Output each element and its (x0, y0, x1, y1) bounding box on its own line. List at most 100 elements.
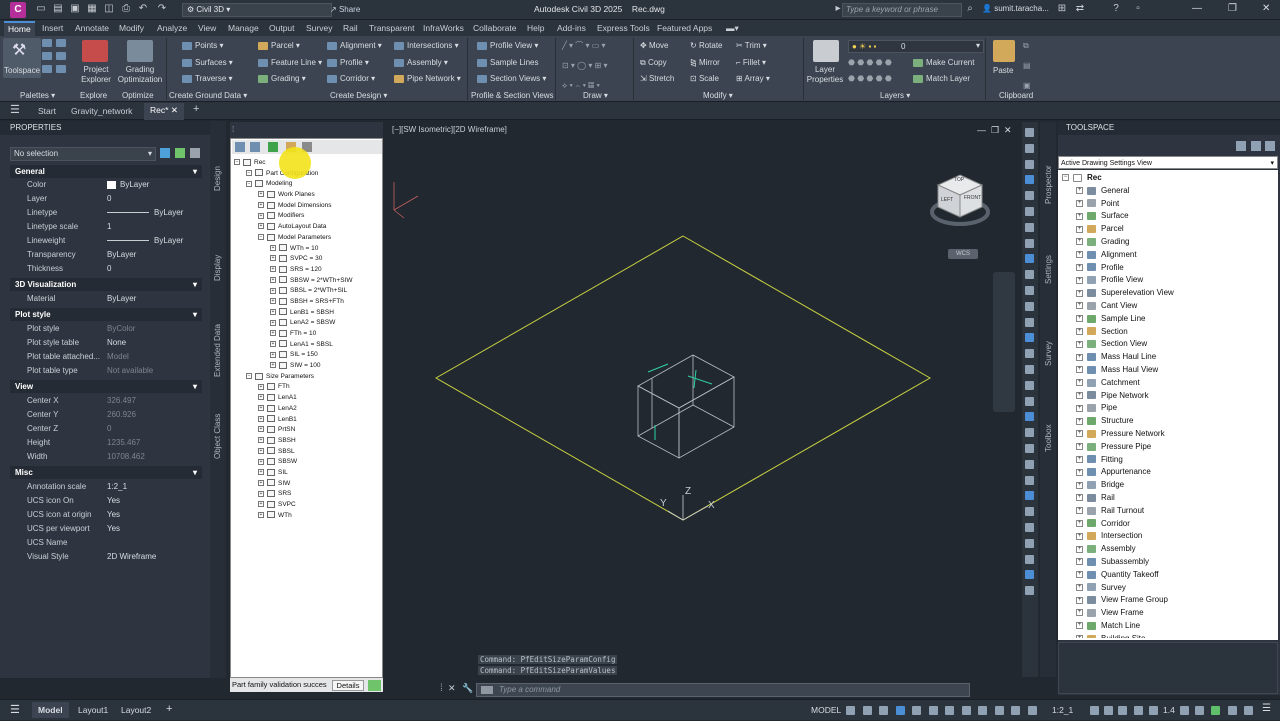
prop-row[interactable]: UCS Name (10, 536, 202, 550)
side-tab-settings[interactable]: Settings (1044, 255, 1053, 284)
fillet-button[interactable]: ⌐ Fillet ▾ (736, 58, 766, 68)
tab-survey[interactable]: Survey (306, 23, 332, 33)
expand-box-icon[interactable]: + (1076, 327, 1083, 335)
tab-annotate[interactable]: Annotate (75, 23, 109, 33)
tree-node[interactable]: + Work Planes (234, 190, 382, 201)
expand-box-icon[interactable]: + (258, 437, 264, 444)
mirror-button[interactable]: ⧎ Mirror (690, 58, 720, 68)
panel-modify[interactable]: Modify ▾ (703, 91, 733, 100)
expand-box-icon[interactable]: + (1076, 443, 1083, 451)
panel-draw[interactable]: Draw ▾ (583, 91, 608, 100)
expand-box-icon[interactable]: + (1076, 609, 1083, 617)
panel-create-design[interactable]: Create Design ▾ (330, 91, 387, 100)
expand-box-icon[interactable]: + (1076, 545, 1083, 553)
vertical-tool-icon[interactable] (1025, 222, 1034, 232)
open-icon[interactable]: ▤ (52, 3, 64, 15)
prop-row[interactable]: Lineweight ByLayer (10, 234, 202, 248)
tree-node[interactable]: + LenB1 = SBSH (234, 308, 382, 319)
side-tab-object-class[interactable]: Object Class (213, 414, 222, 459)
status-toggle-icon[interactable] (862, 706, 872, 715)
clean-screen-icon[interactable] (1244, 706, 1253, 715)
doc-tab-rec[interactable]: Rec* ✕ (144, 103, 184, 120)
graphics-performance-icon[interactable] (1228, 706, 1237, 715)
expand-box-icon[interactable]: + (270, 308, 276, 315)
sample-lines-button[interactable]: Sample Lines (477, 58, 538, 68)
prop-row[interactable]: UCS per viewport Yes (10, 522, 202, 536)
toolspace-item[interactable]: + Mass Haul View (1062, 364, 1272, 377)
expand-box-icon[interactable]: + (258, 394, 264, 401)
view-cube[interactable]: TOP LEFT FRONT (930, 167, 990, 226)
expand-box-icon[interactable]: + (1076, 315, 1083, 323)
status-toggle-icon[interactable] (978, 706, 987, 715)
draw-tools[interactable]: ╱ ▾ ⌒ ▾ ▭ ▾ ⊡ ▾ ◯ ▾ ⊞ ▾ ⟡ ▾ ⌢ ▾ ▦ ▾ (562, 41, 608, 91)
side-tab-toolbox[interactable]: Toolbox (1044, 424, 1053, 452)
feature-line-button[interactable]: Feature Line ▾ (258, 58, 322, 68)
command-customize-icon[interactable]: 🔧 (462, 683, 473, 694)
vertical-tool-icon[interactable] (1025, 285, 1034, 295)
expand-box-icon[interactable]: + (1076, 340, 1083, 348)
viewport-restore-icon[interactable]: ❐ (991, 125, 999, 136)
app-icon[interactable]: C (10, 2, 26, 18)
tree-node[interactable]: + SBSW = 2*WTh+SIW (234, 276, 382, 287)
expand-box-icon[interactable]: + (1076, 519, 1083, 527)
status-toggle-icon[interactable] (879, 706, 888, 715)
vertical-tool-icon[interactable] (1025, 301, 1034, 311)
tree-node[interactable]: + SBSH (234, 436, 382, 447)
expand-box-icon[interactable]: + (1076, 353, 1083, 361)
expand-box-icon[interactable]: + (258, 511, 264, 518)
site-boundary[interactable] (434, 235, 932, 521)
tree-node[interactable]: + SIL = 150 (234, 350, 382, 361)
vertical-tool-icon[interactable] (1025, 270, 1034, 280)
menu-icon[interactable]: ☰ (10, 103, 20, 116)
toolspace-item[interactable]: + Point (1062, 198, 1272, 211)
selection-dropdown[interactable]: No selection ▾ (10, 147, 156, 161)
toolspace-item[interactable]: + Subassembly (1062, 556, 1272, 569)
toolspace-item[interactable]: + Profile (1062, 262, 1272, 275)
toolspace-tool-icon[interactable] (1251, 141, 1261, 151)
doc-tab-start[interactable]: Start (38, 106, 56, 116)
vertical-tool-icon[interactable] (1025, 475, 1034, 485)
close-icon[interactable]: ✕ (1262, 3, 1270, 14)
expand-box-icon[interactable]: + (258, 202, 264, 209)
units-icon[interactable] (1149, 706, 1158, 715)
prop-row[interactable]: Transparency ByLayer (10, 248, 202, 262)
prop-row[interactable]: Color ByLayer (10, 178, 202, 192)
prop-row[interactable]: Thickness 0 (10, 262, 202, 276)
drawing-canvas[interactable]: Z Y X (390, 122, 1018, 694)
layout-menu-icon[interactable]: ☰ (10, 703, 20, 716)
tab-model[interactable]: Model (32, 702, 69, 718)
expand-box-icon[interactable]: + (1076, 366, 1083, 374)
toolspace-item[interactable]: + General (1062, 185, 1272, 198)
expand-box-icon[interactable]: + (270, 340, 276, 347)
toolspace-item[interactable]: + Appurtenance (1062, 466, 1272, 479)
toolspace-item[interactable]: + Assembly (1062, 543, 1272, 556)
surfaces-button[interactable]: Surfaces ▾ (182, 58, 233, 68)
tab-view[interactable]: View (198, 23, 216, 33)
connect-icon[interactable]: ⇄ (1074, 3, 1086, 15)
navigation-bar[interactable] (993, 272, 1015, 412)
expand-box-icon[interactable]: + (1076, 622, 1083, 630)
tab-infraworks[interactable]: InfraWorks (423, 23, 464, 33)
toggle-pickadd-icon[interactable] (160, 148, 170, 158)
tree-node[interactable]: + SIL (234, 468, 382, 479)
expand-box-icon[interactable]: − (246, 169, 252, 176)
vertical-tool-icon[interactable] (1025, 143, 1034, 153)
model-space-toggle[interactable]: MODEL (811, 705, 841, 715)
expand-box-icon[interactable]: + (1076, 379, 1083, 387)
tree-node[interactable]: + SBSH = SRS+FTh (234, 297, 382, 308)
toolspace-item[interactable]: + Cant View (1062, 300, 1272, 313)
tree-node[interactable]: + SRS = 120 (234, 265, 382, 276)
status-toggle-icon[interactable] (846, 706, 855, 715)
expand-box-icon[interactable]: + (258, 383, 264, 390)
tab-rail[interactable]: Rail (343, 23, 358, 33)
expand-box-icon[interactable]: − (234, 159, 240, 166)
cube-top-label[interactable]: TOP (954, 177, 964, 183)
command-input[interactable]: Type a command (476, 683, 970, 697)
tree-node[interactable]: + Modifiers (234, 211, 382, 222)
toolspace-item[interactable]: + Alignment (1062, 249, 1272, 262)
workspace-switch-icon[interactable] (1118, 706, 1127, 715)
save-as-icon[interactable]: ▦ (86, 3, 98, 15)
profile-view-button[interactable]: Profile View ▾ (477, 41, 538, 51)
help-icon[interactable]: ? (1110, 3, 1122, 15)
expand-box-icon[interactable]: + (258, 426, 264, 433)
